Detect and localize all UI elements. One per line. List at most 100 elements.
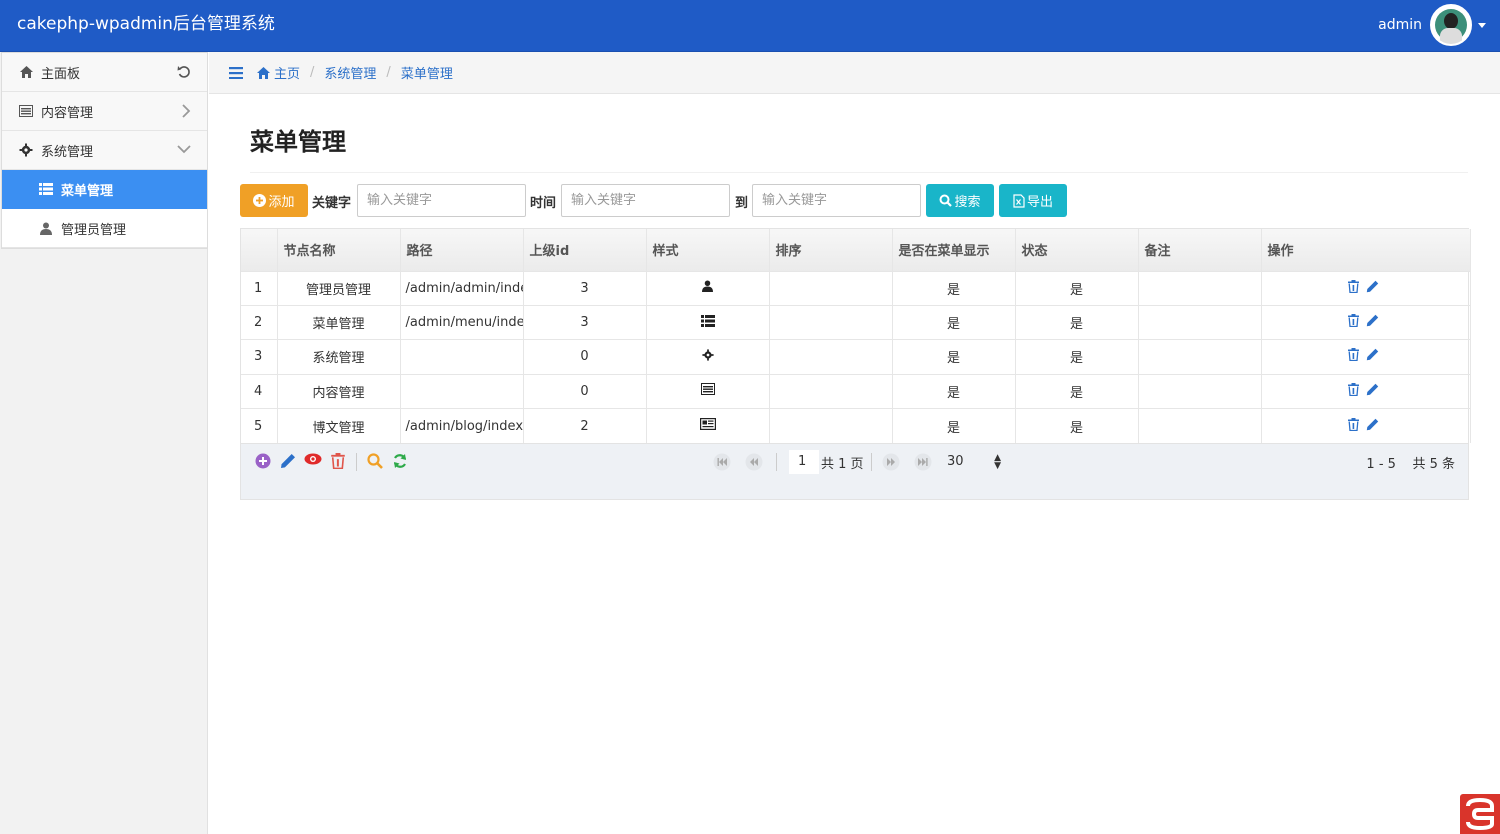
user-menu[interactable]: admin xyxy=(1378,4,1486,46)
cell-style xyxy=(646,339,770,375)
export-button-label[interactable]: 导出 xyxy=(1027,191,1053,210)
column-header[interactable]: 备注 xyxy=(1138,229,1262,271)
add-button[interactable]: 添加 xyxy=(240,184,308,217)
edit-row-icon[interactable] xyxy=(280,453,296,469)
add-row-icon[interactable] xyxy=(255,453,271,469)
column-header[interactable]: 上级id xyxy=(523,229,647,271)
table-row[interactable]: 5 博文管理 /admin/blog/index 2 是 是 xyxy=(241,408,1471,443)
record-range: 1 - 5 共 5 条 xyxy=(1366,456,1455,472)
breadcrumb-home[interactable]: 主页 xyxy=(257,63,300,82)
column-header[interactable]: 路径 xyxy=(400,229,524,271)
cell-sort xyxy=(769,339,893,375)
breadcrumb-home-label[interactable]: 主页 xyxy=(274,63,300,82)
user-name[interactable]: admin xyxy=(1378,17,1422,33)
sidebar-item-system[interactable]: 系统管理 xyxy=(2,131,207,170)
cell-sort xyxy=(769,270,893,306)
row-number: 3 xyxy=(241,339,278,375)
pencil-icon[interactable] xyxy=(1366,418,1379,431)
sidebar-item-label: 菜单管理 xyxy=(61,183,114,199)
select-arrows-icon[interactable]: ▲ ▼ xyxy=(994,453,1001,470)
page-number-input[interactable]: 1 xyxy=(789,449,819,474)
column-header[interactable]: 排序 xyxy=(769,229,893,271)
cell-note xyxy=(1138,270,1262,306)
column-header[interactable]: 状态 xyxy=(1015,229,1139,271)
trash-icon[interactable] xyxy=(1347,348,1359,362)
cell-style xyxy=(646,408,770,443)
last-page-icon[interactable] xyxy=(914,453,932,471)
first-page-icon[interactable] xyxy=(713,453,731,471)
column-header[interactable]: 节点名称 xyxy=(277,229,401,271)
cell-show-in-menu: 是 xyxy=(892,373,1016,409)
refresh-icon[interactable] xyxy=(392,453,408,469)
sidebar-item-label: 主面板 xyxy=(41,66,81,82)
cell-status: 是 xyxy=(1015,408,1139,443)
excel-file-icon xyxy=(1013,193,1025,208)
trash-icon[interactable] xyxy=(1347,279,1359,293)
cell-actions xyxy=(1261,373,1471,409)
next-page-icon[interactable] xyxy=(882,453,900,471)
sidebar-item-menu-manage[interactable]: 菜单管理 xyxy=(2,170,207,209)
pencil-icon[interactable] xyxy=(1366,314,1379,327)
sidebar-item-content[interactable]: 内容管理 xyxy=(2,92,207,131)
pencil-icon[interactable] xyxy=(1366,280,1379,293)
newspaper-icon xyxy=(699,418,716,431)
table-row[interactable]: 1 管理员管理 /admin/admin/index 3 是 是 xyxy=(241,270,1471,306)
page-size-value[interactable]: 30 xyxy=(947,454,964,469)
cell-show-in-menu: 是 xyxy=(892,304,1016,340)
search-button[interactable]: 搜索 xyxy=(926,184,994,217)
cell-parent-id: 2 xyxy=(523,408,647,443)
th-list-icon xyxy=(39,182,53,196)
breadcrumb-system[interactable]: 系统管理 xyxy=(324,63,376,82)
prev-page-icon[interactable] xyxy=(745,453,763,471)
avatar[interactable] xyxy=(1430,4,1472,46)
export-button[interactable]: 导出 xyxy=(999,184,1067,217)
page-title: 菜单管理 xyxy=(250,128,346,156)
table-row[interactable]: 2 菜单管理 /admin/menu/index 3 是 是 xyxy=(241,304,1471,340)
time-from-input[interactable] xyxy=(561,184,730,217)
cell-parent-id: 3 xyxy=(523,270,647,306)
keyword-label: 关键字 xyxy=(312,196,352,211)
home-icon xyxy=(19,65,33,79)
cell-note xyxy=(1138,304,1262,340)
keyword-input[interactable] xyxy=(357,184,526,217)
cell-style xyxy=(646,304,770,340)
caret-down-icon[interactable] xyxy=(1478,22,1486,28)
cell-parent-id: 0 xyxy=(523,373,647,409)
cell-path: /admin/blog/index xyxy=(400,408,524,443)
trash-icon[interactable] xyxy=(1347,417,1359,431)
cell-name: 系统管理 xyxy=(277,339,401,375)
pencil-icon[interactable] xyxy=(1366,383,1379,396)
time-to-input[interactable] xyxy=(752,184,921,217)
breadcrumb: 主页 / 系统管理 / 菜单管理 xyxy=(209,52,1500,94)
cell-path: /admin/menu/index xyxy=(400,304,524,340)
sidebar-item-admin-manage[interactable]: 管理员管理 xyxy=(2,209,207,248)
cell-name: 内容管理 xyxy=(277,373,401,409)
trash-icon[interactable] xyxy=(1347,314,1359,328)
delete-row-icon[interactable] xyxy=(331,452,345,469)
cell-show-in-menu: 是 xyxy=(892,408,1016,443)
cell-status: 是 xyxy=(1015,270,1139,306)
sidebar-item-label: 管理员管理 xyxy=(61,222,127,238)
view-row-icon[interactable] xyxy=(304,453,322,465)
search-button-label[interactable]: 搜索 xyxy=(954,191,980,210)
sidebar-item-dashboard[interactable]: 主面板 xyxy=(2,53,207,92)
app-title[interactable]: cakephp-wpadmin后台管理系统 xyxy=(17,9,275,34)
cell-note xyxy=(1138,408,1262,443)
trash-icon[interactable] xyxy=(1347,382,1359,397)
gear-icon xyxy=(19,143,33,157)
table-row[interactable]: 3 系统管理 0 是 是 xyxy=(241,339,1471,375)
menu-toggle-icon[interactable] xyxy=(229,66,243,79)
add-button-label[interactable]: 添加 xyxy=(268,191,294,210)
cell-path xyxy=(400,373,524,409)
column-header[interactable]: 是否在菜单显示 xyxy=(892,229,1016,271)
table-row[interactable]: 4 内容管理 0 是 是 xyxy=(241,373,1471,409)
pager: 1 共 1 页 30 ▲ ▼ 1 - 5 共 5 条 xyxy=(241,442,1468,499)
cell-show-in-menu: 是 xyxy=(892,339,1016,375)
page-size-select[interactable]: 30 ▲ ▼ xyxy=(941,450,1007,474)
pencil-icon[interactable] xyxy=(1366,348,1379,361)
search-icon[interactable] xyxy=(367,453,383,469)
cell-actions xyxy=(1261,270,1471,306)
column-header[interactable]: 样式 xyxy=(646,229,770,271)
refresh-icon[interactable] xyxy=(177,65,191,83)
breadcrumb-separator: / xyxy=(310,65,315,80)
